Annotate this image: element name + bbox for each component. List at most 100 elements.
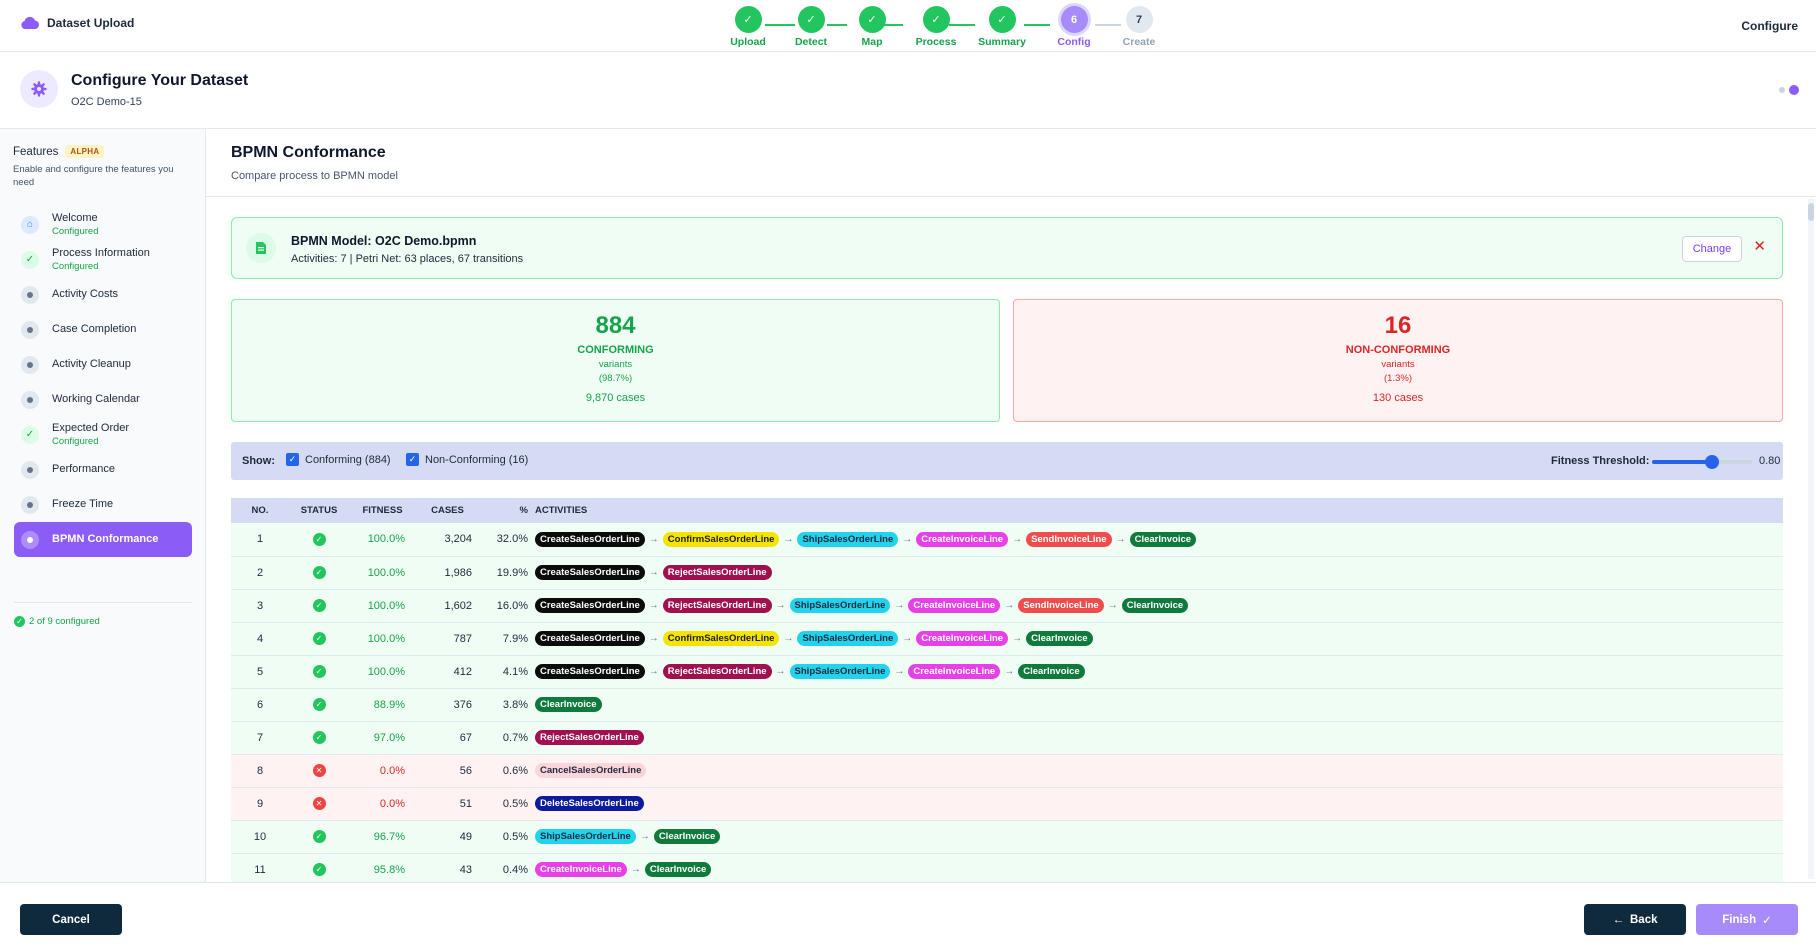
activity-chip[interactable]: CreateSalesOrderLine	[535, 598, 645, 613]
activity-chip[interactable]: CreateSalesOrderLine	[535, 631, 645, 646]
scrollbar-thumb[interactable]	[1808, 203, 1814, 221]
activity-chip[interactable]: CreateInvoiceLine	[535, 862, 627, 877]
arrow-right-icon: →	[639, 831, 650, 842]
back-button[interactable]: ← Back	[1584, 904, 1686, 935]
activity-chip[interactable]: CreateInvoiceLine	[916, 531, 1009, 547]
activity-chip[interactable]: RejectSalesOrderLine	[662, 598, 772, 613]
sidebar-item-case-completion[interactable]: Case Completion	[14, 312, 192, 347]
activity-chip[interactable]: CreateInvoiceLine	[908, 598, 1001, 613]
cloud-icon	[20, 16, 40, 30]
sidebar-item-activity-costs[interactable]: Activity Costs	[14, 277, 192, 312]
column-header-activities[interactable]: ACTIVITIES	[535, 498, 1783, 523]
column-header-status[interactable]: STATUS	[289, 498, 349, 523]
cases-value: 787	[416, 622, 479, 656]
app-brand[interactable]: Dataset Upload	[20, 16, 134, 30]
activities-cell: CreateSalesOrderLine → RejectSalesOrderLin…	[535, 655, 1783, 689]
activity-chip[interactable]: ConfirmSalesOrderLine	[662, 531, 780, 547]
activity-chip[interactable]: ShipSalesOrderLine	[789, 598, 891, 613]
cases-label: 130 cases	[1372, 392, 1424, 404]
table-row[interactable]: 1 ✓ 100.0% 3,204 32.0% CreateSalesOrderLine → C…	[231, 523, 1783, 557]
activity-chip[interactable]: ShipSalesOrderLine	[797, 531, 899, 547]
sidebar-item-process-information[interactable]: ✓ Process Information Configured	[14, 242, 192, 277]
close-icon[interactable]: ✕	[1753, 237, 1766, 255]
activity-chip[interactable]: RejectSalesOrderLine	[662, 565, 772, 580]
activity-chip[interactable]: CancelSalesOrderLine	[535, 763, 647, 778]
table-row[interactable]: 5 ✓ 100.0% 412 4.1% CreateSalesOrderLine → Reje…	[231, 655, 1783, 689]
column-header-fitness[interactable]: FITNESS	[349, 498, 416, 523]
step-detect[interactable]: ✓ Detect	[779, 4, 843, 48]
sidebar-item-bpmn-conformance[interactable]: BPMN Conformance	[14, 522, 192, 557]
activity-chip[interactable]: CreateSalesOrderLine	[535, 531, 645, 547]
cases-value: 56	[416, 754, 479, 788]
table-row[interactable]: 2 ✓ 100.0% 1,986 19.9% CreateSalesOrderLine → R…	[231, 556, 1783, 590]
fitness-threshold-slider[interactable]	[1652, 455, 1752, 469]
conforming-checkbox[interactable]: ✓ Conforming (884)	[286, 453, 391, 466]
page-dot-active[interactable]	[1789, 85, 1799, 95]
table-row[interactable]: 9 ✕ 0.0% 51 0.5% DeleteSalesOrderLine	[231, 787, 1783, 821]
checkbox-check-icon[interactable]: ✓	[406, 453, 419, 466]
nonconforming-checkbox[interactable]: ✓ Non-Conforming (16)	[406, 453, 528, 466]
activity-chip[interactable]: ClearInvoice	[644, 862, 712, 877]
activity-chip[interactable]: ClearInvoice	[1121, 598, 1189, 613]
activity-chip[interactable]: ClearInvoice	[1018, 664, 1085, 679]
page-dot[interactable]	[1779, 87, 1785, 93]
conforming-card: 884 CONFORMING variants (98.7%) 9,870 ca…	[231, 299, 1000, 422]
change-model-button[interactable]: Change	[1682, 236, 1742, 262]
activity-chip[interactable]: CreateSalesOrderLine	[535, 565, 645, 580]
sidebar-item-performance[interactable]: Performance	[14, 452, 192, 487]
activity-chip[interactable]: ClearInvoice	[1129, 531, 1197, 547]
table-row[interactable]: 7 ✓ 97.0% 67 0.7% RejectSalesOrderLine	[231, 721, 1783, 755]
scrollbar[interactable]	[1808, 199, 1814, 879]
check-circle-icon: ✓	[312, 731, 326, 744]
nonconforming-label: NON-CONFORMING	[1345, 344, 1451, 356]
sidebar-item-freeze-time[interactable]: Freeze Time	[14, 487, 192, 522]
column-header-cases[interactable]: CASES	[416, 498, 479, 523]
check-icon: ✓	[734, 6, 762, 33]
table-row[interactable]: 6 ✓ 88.9% 376 3.8% ClearInvoice	[231, 688, 1783, 722]
activity-chip[interactable]: CreateInvoiceLine	[916, 631, 1009, 646]
arrow-right-icon: →	[783, 633, 794, 644]
table-row[interactable]: 3 ✓ 100.0% 1,602 16.0% CreateSalesOrderLine → R…	[231, 589, 1783, 623]
activity-chip[interactable]: CreateInvoiceLine	[908, 664, 1001, 679]
step-config[interactable]: 6 Config	[1042, 4, 1106, 48]
arrow-right-icon: →	[902, 633, 913, 644]
activity-chip[interactable]: RejectSalesOrderLine	[535, 730, 644, 745]
fitness-value: 100.0%	[349, 622, 416, 656]
step-upload[interactable]: ✓ Upload	[716, 4, 780, 48]
activity-chip[interactable]: CreateSalesOrderLine	[535, 664, 645, 679]
step-summary[interactable]: ✓ Summary	[970, 4, 1034, 48]
activity-chip[interactable]: ClearInvoice	[535, 697, 602, 712]
table-row[interactable]: 4 ✓ 100.0% 787 7.9% CreateSalesOrderLine → Conf…	[231, 622, 1783, 656]
configure-link[interactable]: Configure	[1741, 19, 1798, 33]
activity-chip[interactable]: ShipSalesOrderLine	[789, 664, 891, 679]
status-cell: ✓	[289, 556, 349, 590]
cancel-button[interactable]: Cancel	[20, 904, 122, 935]
activity-chip[interactable]: DeleteSalesOrderLine	[535, 796, 644, 811]
activity-chip[interactable]: ShipSalesOrderLine	[535, 829, 636, 844]
finish-button[interactable]: Finish ✓	[1696, 904, 1798, 935]
activity-chip[interactable]: RejectSalesOrderLine	[662, 664, 772, 679]
activity-chip[interactable]: ClearInvoice	[1026, 631, 1093, 646]
step-create[interactable]: 7 Create	[1107, 4, 1171, 48]
column-header-percent[interactable]: %	[479, 498, 535, 523]
table-row[interactable]: 11 ✓ 95.8% 43 0.4% CreateInvoiceLine → ClearInv…	[231, 853, 1783, 882]
sidebar-item-expected-order[interactable]: ✓ Expected Order Configured	[14, 417, 192, 452]
dot-icon	[21, 530, 39, 549]
column-header-no[interactable]: NO.	[231, 498, 289, 523]
activity-chip[interactable]: ConfirmSalesOrderLine	[662, 631, 780, 646]
sidebar-item-activity-cleanup[interactable]: Activity Cleanup	[14, 347, 192, 382]
activity-chip[interactable]: ClearInvoice	[653, 829, 721, 844]
fitness-value: 88.9%	[349, 688, 416, 722]
sidebar-item-working-calendar[interactable]: Working Calendar	[14, 382, 192, 417]
slider-handle[interactable]	[1705, 455, 1719, 469]
activity-chip[interactable]: SendInvoiceLine	[1018, 598, 1104, 613]
cases-value: 43	[416, 853, 479, 882]
step-map[interactable]: ✓ Map	[840, 4, 904, 48]
sidebar-item-welcome[interactable]: ⌂ Welcome Configured	[14, 207, 192, 242]
checkbox-check-icon[interactable]: ✓	[286, 453, 299, 466]
table-row[interactable]: 10 ✓ 96.7% 49 0.5% ShipSalesOrderLine → ClearIn…	[231, 820, 1783, 854]
activity-chip[interactable]: ShipSalesOrderLine	[797, 631, 899, 646]
step-process[interactable]: ✓ Process	[904, 4, 968, 48]
activity-chip[interactable]: SendInvoiceLine	[1026, 531, 1112, 547]
table-row[interactable]: 8 ✕ 0.0% 56 0.6% CancelSalesOrderLine	[231, 754, 1783, 788]
